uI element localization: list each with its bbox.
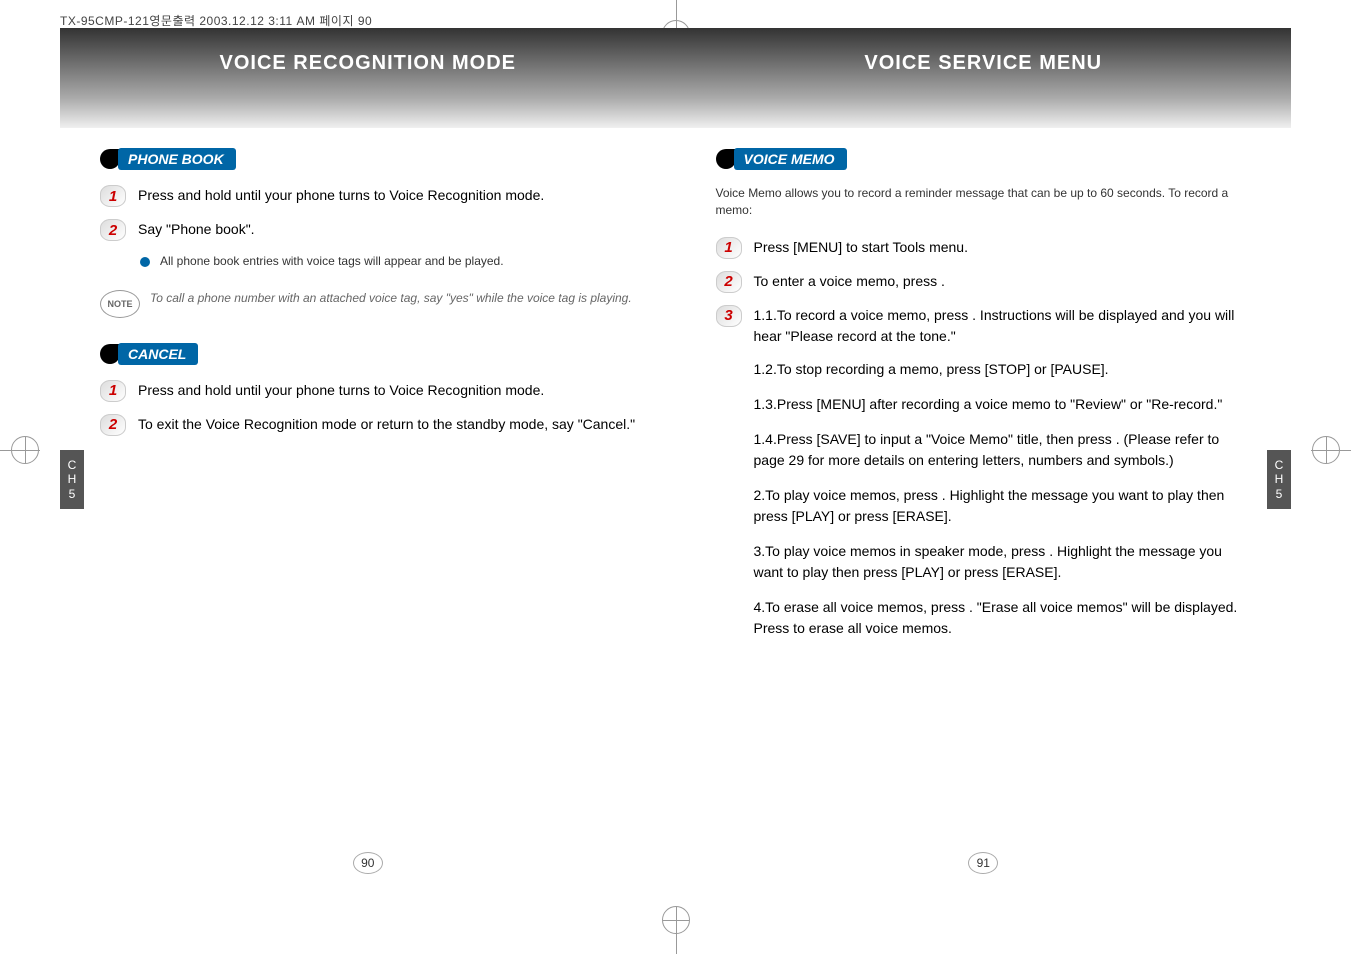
step-text: To exit the Voice Recognition mode or re… xyxy=(138,414,636,435)
banner-left: VOICE RECOGNITION MODE xyxy=(60,28,676,128)
sub-step: 4.To erase all voice memos, press . "Era… xyxy=(754,597,1252,639)
step-3-voicememo: 3 1.1.To record a voice memo, press . In… xyxy=(716,305,1252,347)
page-number-right: 91 xyxy=(968,852,998,874)
section-bullet-icon xyxy=(100,149,120,169)
banner-title-left: VOICE RECOGNITION MODE xyxy=(220,52,516,75)
page-right: VOICE SERVICE MENU VOICE MEMO Voice Memo… xyxy=(676,28,1292,894)
banner-right: VOICE SERVICE MENU xyxy=(676,28,1292,128)
step-text: 1.1.To record a voice memo, press . Inst… xyxy=(754,305,1252,347)
print-header: TX-95CMP-121영문출력 2003.12.12 3:11 AM 페이지 … xyxy=(60,12,372,29)
section-bullet-icon xyxy=(716,149,736,169)
section-label-cancel: CANCEL xyxy=(118,343,198,365)
page-left: VOICE RECOGNITION MODE PHONE BOOK 1 Pres… xyxy=(60,28,676,894)
step-number-icon: 2 xyxy=(100,219,126,241)
note-badge-icon: NOTE xyxy=(100,290,140,318)
sub-step: 3.To play voice memos in speaker mode, p… xyxy=(754,541,1252,583)
step-2-phonebook: 2 Say "Phone book". xyxy=(100,219,636,241)
page-spread: VOICE RECOGNITION MODE PHONE BOOK 1 Pres… xyxy=(60,28,1291,894)
step-number-icon: 1 xyxy=(100,380,126,402)
step-text: Press and hold until your phone turns to… xyxy=(138,380,636,401)
note-badge-box: NOTE To call a phone number with an atta… xyxy=(100,290,636,318)
sub-step: 1.3.Press [MENU] after recording a voice… xyxy=(754,394,1252,415)
step-text: Press and hold until your phone turns to… xyxy=(138,185,636,206)
step-number-icon: 2 xyxy=(100,414,126,436)
section-phone-book: PHONE BOOK xyxy=(100,148,236,170)
step-number-icon: 3 xyxy=(716,305,742,327)
step-number-icon: 1 xyxy=(100,185,126,207)
step-text: Say "Phone book". xyxy=(138,219,636,240)
intro-text: Voice Memo allows you to record a remind… xyxy=(716,185,1252,219)
register-mark-left xyxy=(11,436,39,464)
section-voice-memo: VOICE MEMO xyxy=(716,148,847,170)
step-2-voicememo: 2 To enter a voice memo, press . xyxy=(716,271,1252,293)
register-mark-bottom xyxy=(662,906,690,934)
step-text: Press [MENU] to start Tools menu. xyxy=(754,237,1252,258)
note-italic-text: To call a phone number with an attached … xyxy=(150,290,632,307)
step-1-cancel: 1 Press and hold until your phone turns … xyxy=(100,380,636,402)
section-cancel: CANCEL xyxy=(100,343,198,365)
section-label-phone-book: PHONE BOOK xyxy=(118,148,236,170)
note-bullet-box: All phone book entries with voice tags w… xyxy=(140,253,636,270)
banner-title-right: VOICE SERVICE MENU xyxy=(864,52,1102,75)
page-number-left: 90 xyxy=(353,852,383,874)
step-number-icon: 2 xyxy=(716,271,742,293)
step-1-phonebook: 1 Press and hold until your phone turns … xyxy=(100,185,636,207)
sub-step: 1.4.Press [SAVE] to input a "Voice Memo"… xyxy=(754,429,1252,471)
step-1-voicememo: 1 Press [MENU] to start Tools menu. xyxy=(716,237,1252,259)
bullet-icon xyxy=(140,257,150,267)
register-mark-right xyxy=(1312,436,1340,464)
step-2-cancel: 2 To exit the Voice Recognition mode or … xyxy=(100,414,636,436)
section-label-voice-memo: VOICE MEMO xyxy=(734,148,847,170)
sub-step: 2.To play voice memos, press . Highlight… xyxy=(754,485,1252,527)
note-text: All phone book entries with voice tags w… xyxy=(160,253,504,270)
section-bullet-icon xyxy=(100,344,120,364)
step-text: To enter a voice memo, press . xyxy=(754,271,1252,292)
step-number-icon: 1 xyxy=(716,237,742,259)
sub-step: 1.2.To stop recording a memo, press [STO… xyxy=(754,359,1252,380)
sub-steps: 1.2.To stop recording a memo, press [STO… xyxy=(754,359,1252,639)
